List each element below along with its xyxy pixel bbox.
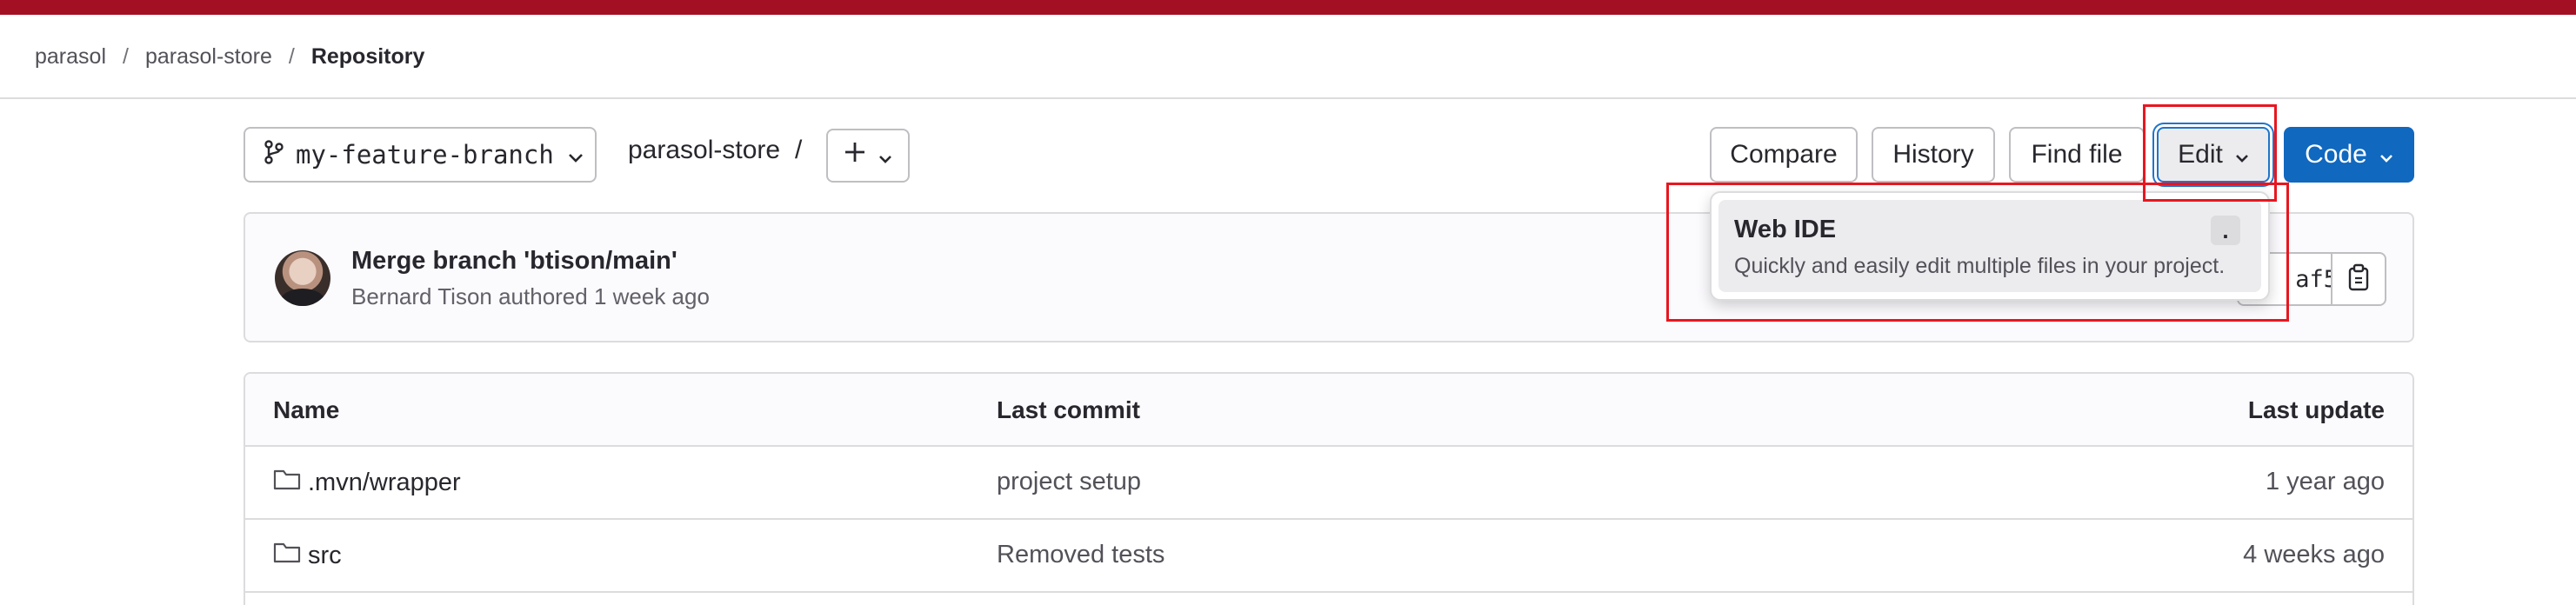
add-to-tree-button[interactable] — [826, 129, 910, 183]
chevron-down-icon — [878, 141, 892, 170]
column-header-name: Name — [273, 396, 340, 423]
breadcrumb-separator: / — [288, 43, 295, 69]
breadcrumb-item-group[interactable]: parasol — [35, 44, 106, 70]
avatar[interactable] — [275, 250, 330, 306]
code-button[interactable]: Code — [2284, 127, 2414, 183]
edit-button[interactable]: Edit — [2157, 127, 2270, 183]
edit-button-label: Edit — [2178, 140, 2223, 169]
branch-icon — [264, 139, 284, 170]
last-commit-message[interactable]: Removed tests — [997, 541, 1165, 569]
compare-button[interactable]: Compare — [1710, 127, 1858, 183]
column-header-last-update: Last update — [2247, 396, 2385, 423]
chevron-down-icon — [2235, 140, 2249, 170]
folder-icon — [273, 541, 301, 570]
table-row[interactable]: src Removed tests 4 weeks ago — [245, 520, 2412, 593]
file-name[interactable]: src — [308, 542, 342, 570]
branch-name: my-feature-branch — [296, 140, 554, 170]
menu-item-title: Web IDE — [1734, 216, 1837, 243]
chevron-down-icon — [2379, 140, 2393, 170]
edit-dropdown-menu: Web IDE . Quickly and easily edit multip… — [1710, 191, 2270, 301]
file-tree-table: Name Last commit Last update .mvn/wrappe… — [244, 372, 2414, 605]
breadcrumb-item-project[interactable]: parasol-store — [145, 44, 272, 70]
breadcrumb-divider — [0, 97, 2576, 99]
last-commit-message[interactable]: project setup — [997, 468, 1141, 496]
copy-sha-button[interactable] — [2331, 252, 2386, 306]
breadcrumb: parasol / parasol-store / Repository — [35, 35, 424, 78]
breadcrumb-separator: / — [123, 43, 129, 69]
commit-author-meta: Bernard Tison authored 1 week ago — [351, 283, 710, 309]
commit-title[interactable]: Merge branch 'btison/main' — [351, 247, 677, 276]
web-ide-menu-item[interactable]: Web IDE . Quickly and easily edit multip… — [1718, 200, 2261, 292]
file-name-cell[interactable]: src — [273, 541, 342, 570]
top-bar — [0, 0, 2576, 15]
clipboard-icon — [2347, 263, 2370, 296]
folder-icon — [273, 468, 301, 497]
last-update-time: 1 year ago — [2265, 468, 2385, 495]
file-name[interactable]: .mvn/wrapper — [308, 469, 461, 497]
table-header: Name Last commit Last update — [245, 374, 2412, 447]
last-update-time: 4 weeks ago — [2243, 541, 2385, 568]
find-file-button[interactable]: Find file — [2009, 127, 2145, 183]
path-separator: / — [795, 136, 803, 164]
table-row[interactable]: .mvn/wrapper project setup 1 year ago — [245, 447, 2412, 520]
keyboard-shortcut: . — [2211, 216, 2240, 245]
plus-icon — [844, 141, 866, 170]
file-name-cell[interactable]: .mvn/wrapper — [273, 468, 461, 497]
menu-item-description: Quickly and easily edit multiple files i… — [1734, 254, 2226, 278]
column-header-last-commit: Last commit — [997, 396, 1140, 423]
code-button-label: Code — [2305, 140, 2367, 169]
branch-selector-button[interactable]: my-feature-branch — [244, 127, 597, 183]
chevron-down-icon — [568, 140, 584, 170]
history-button[interactable]: History — [1872, 127, 1995, 183]
breadcrumb-current[interactable]: Repository — [311, 44, 425, 70]
repository-path[interactable]: parasol-store — [628, 136, 780, 165]
